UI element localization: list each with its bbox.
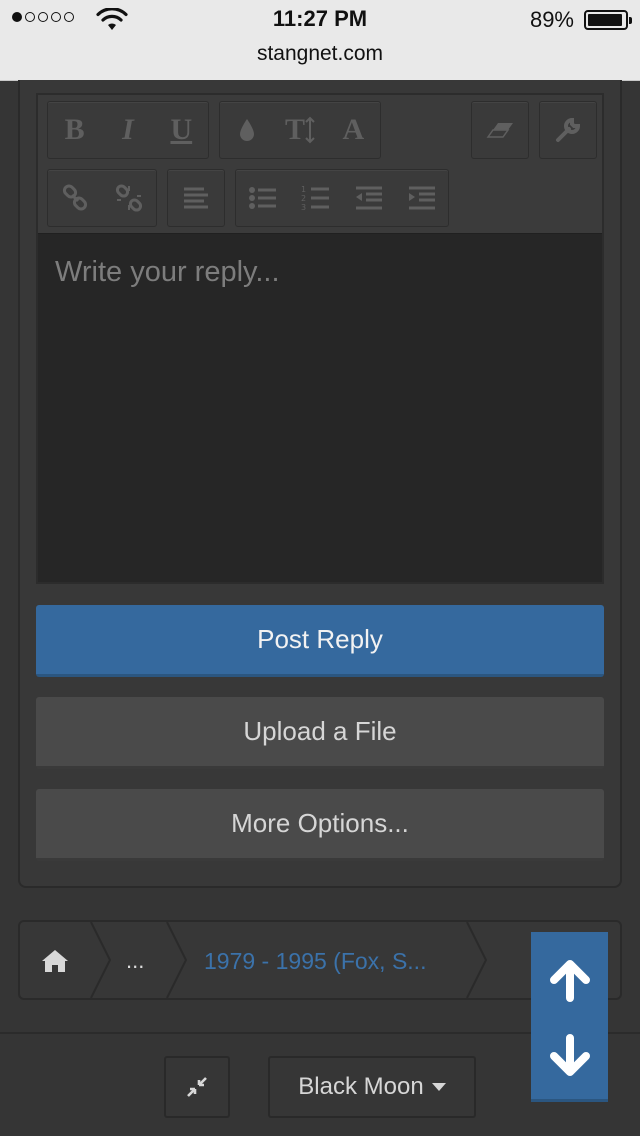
toolbar-group-links: [47, 169, 157, 227]
scroll-to-top-button[interactable]: [531, 942, 608, 1018]
more-options-button[interactable]: More Options...: [36, 789, 604, 861]
svg-text:2: 2: [301, 194, 306, 203]
font-size-button[interactable]: T: [277, 107, 323, 153]
scroll-buttons: [531, 932, 608, 1102]
wrench-icon: [556, 117, 581, 142]
underline-icon: U: [170, 113, 193, 146]
size-arrows-icon: [305, 116, 315, 144]
bold-icon: B: [64, 113, 85, 146]
font-family-icon: A: [342, 113, 365, 146]
numbered-list-icon: 123: [301, 185, 329, 212]
post-reply-button[interactable]: Post Reply: [36, 605, 604, 677]
svg-text:1: 1: [301, 185, 306, 194]
breadcrumb-separator: [90, 922, 112, 998]
align-left-button[interactable]: [173, 175, 219, 221]
link-button[interactable]: [52, 175, 98, 221]
upload-file-button[interactable]: Upload a File: [36, 697, 604, 769]
toolbar-group-align: [167, 169, 225, 227]
breadcrumb-separator: [166, 922, 188, 998]
breadcrumb-home-link[interactable]: [40, 948, 70, 979]
font-size-icon: T: [284, 113, 305, 146]
remove-format-button[interactable]: [477, 107, 523, 153]
breadcrumb-separator: [466, 922, 488, 998]
collapse-width-button[interactable]: [164, 1056, 230, 1118]
outdent-button[interactable]: [346, 175, 392, 221]
numbered-list-button[interactable]: 123: [293, 175, 339, 221]
battery-percent: 89%: [529, 7, 574, 32]
bold-button[interactable]: B: [52, 107, 98, 153]
toolbar-group-remove-format: [471, 101, 529, 159]
scroll-to-bottom-button[interactable]: [531, 1018, 608, 1094]
style-chooser-label: Black Moon: [298, 1073, 424, 1100]
breadcrumb-forum-link[interactable]: 1979 - 1995 (Fox, S...: [204, 948, 426, 975]
unlink-icon: [115, 184, 143, 212]
eraser-icon: [486, 123, 513, 138]
bullet-list-icon: [248, 187, 276, 209]
compress-icon: [187, 1077, 207, 1097]
arrow-down-icon: [549, 1034, 590, 1076]
align-left-icon: [184, 187, 208, 209]
font-family-button[interactable]: A: [330, 107, 376, 153]
breadcrumb-ellipsis[interactable]: ...: [126, 948, 144, 974]
reply-textarea[interactable]: Write your reply...: [38, 233, 602, 582]
rich-text-editor: B I U T A 1 2 3 Write your reply...: [36, 93, 604, 584]
text-color-icon: [239, 119, 254, 141]
battery-icon: [584, 10, 632, 30]
link-icon: [62, 184, 88, 211]
status-bar: 11:27 PM 89% stangnet.com: [0, 0, 640, 81]
style-chooser-dropdown[interactable]: Black Moon: [268, 1056, 476, 1118]
italic-icon: I: [122, 113, 134, 146]
indent-button[interactable]: [399, 175, 445, 221]
arrow-up-icon: [549, 960, 590, 1002]
outdent-icon: [355, 186, 382, 210]
editor-toolbar: B I U T A 1 2 3: [38, 95, 602, 233]
unlink-button[interactable]: [106, 175, 152, 221]
text-color-button[interactable]: [224, 107, 270, 153]
toolbar-group-tools: [539, 101, 597, 159]
tools-button[interactable]: [545, 107, 591, 153]
svg-text:3: 3: [301, 203, 306, 212]
caret-down-icon: [431, 1083, 446, 1091]
toolbar-group-font: T A: [219, 101, 381, 159]
home-icon: [42, 950, 68, 972]
bullet-list-button[interactable]: [240, 175, 286, 221]
italic-button[interactable]: I: [105, 107, 151, 153]
reply-placeholder: Write your reply...: [55, 256, 280, 288]
toolbar-group-lists: 123: [235, 169, 449, 227]
address-bar[interactable]: stangnet.com: [0, 42, 640, 66]
underline-button[interactable]: U: [158, 107, 204, 153]
toolbar-group-basic: B I U: [47, 101, 209, 159]
indent-icon: [408, 186, 435, 210]
